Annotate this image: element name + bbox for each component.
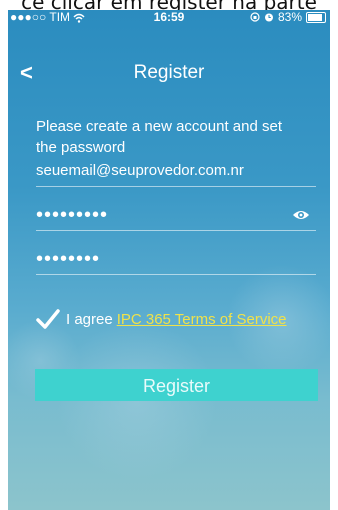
eye-icon[interactable]	[292, 208, 310, 222]
page-title: Register	[133, 62, 205, 83]
confirm-password-field[interactable]	[36, 246, 276, 272]
password-field-container	[36, 202, 316, 231]
instruction-text: Please create a new account and set the …	[36, 118, 282, 156]
battery-icon	[306, 11, 326, 23]
terms-link[interactable]: IPC 365 Terms of Service	[117, 311, 287, 328]
agree-label: I agree	[66, 310, 113, 328]
email-field[interactable]	[36, 158, 276, 184]
register-button[interactable]: Register	[35, 369, 318, 401]
status-right: 83%	[250, 10, 326, 24]
nav-bar: < Register	[8, 58, 330, 88]
confirm-password-container	[36, 246, 316, 275]
status-bar: ●●●○○ TIM 16:59 83%	[8, 10, 330, 24]
terms-agreement: I agree IPC 365 Terms of Service	[36, 308, 287, 330]
password-field[interactable]	[36, 202, 276, 228]
battery-percent: 83%	[277, 10, 302, 24]
email-field-container	[36, 158, 316, 187]
rotation-lock-icon	[250, 12, 260, 22]
alarm-icon	[264, 13, 273, 22]
phone-screen: ●●●○○ TIM 16:59 83% < Register Please cr…	[8, 10, 330, 510]
checkmark-icon[interactable]	[36, 308, 60, 330]
